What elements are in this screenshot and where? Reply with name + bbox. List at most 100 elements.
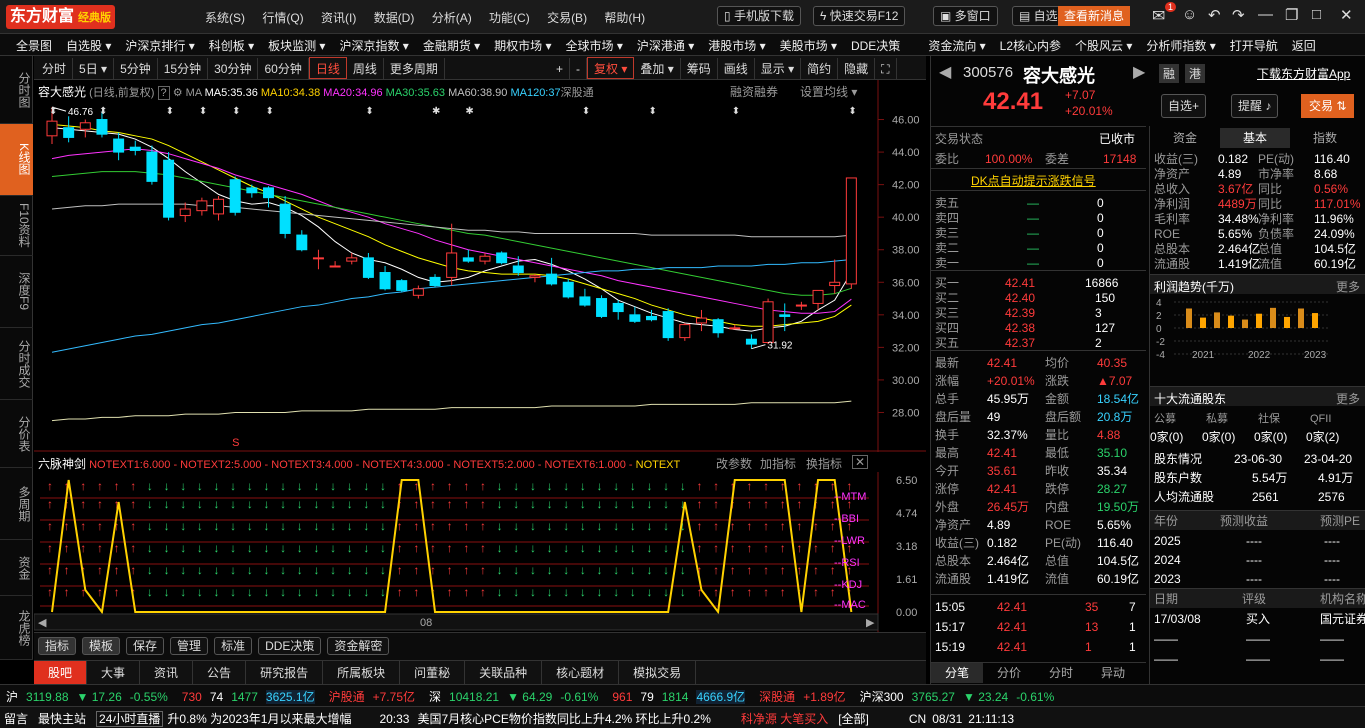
info-tab[interactable]: 模拟交易 [619, 661, 697, 685]
candle[interactable] [679, 324, 691, 339]
profit-more-link[interactable]: 更多 [1336, 278, 1360, 295]
toolbar-tool-button[interactable]: 筹码 [681, 58, 718, 80]
candle[interactable] [213, 198, 225, 215]
menu-data[interactable]: 数据(D) [374, 11, 415, 25]
event-marker[interactable]: ⬍ [732, 106, 740, 117]
candle[interactable] [546, 273, 558, 285]
period-button[interactable]: 日线 [308, 57, 347, 79]
view-news-button[interactable]: 查看新消息 [1058, 6, 1131, 26]
trade-tab[interactable]: 分笔 [931, 663, 983, 683]
gear-icon[interactable]: ⚙ [173, 87, 183, 99]
market-menu-item[interactable]: L2核心内参 [1000, 37, 1061, 54]
info-tab[interactable]: 公告 [193, 661, 247, 685]
candle[interactable] [163, 159, 175, 218]
event-marker[interactable]: ⬍ [582, 106, 590, 117]
holders-more-link[interactable]: 更多 [1336, 390, 1360, 407]
candle[interactable] [512, 265, 524, 274]
candle[interactable] [829, 281, 841, 287]
event-marker[interactable]: ✱ [432, 106, 440, 117]
add-self-button[interactable]: 自选+ [1161, 94, 1207, 118]
market-menu-item[interactable]: 港股市场 ▾ [708, 37, 765, 54]
mail-icon[interactable]: ✉ [1152, 6, 1165, 26]
add-indicator-button[interactable]: 加指标 [760, 455, 796, 472]
candle[interactable] [146, 151, 158, 182]
menu-system[interactable]: 系统(S) [205, 11, 245, 25]
info-tab[interactable]: 所属板块 [323, 661, 401, 685]
trade-tab[interactable]: 异动 [1087, 663, 1139, 683]
candle[interactable] [229, 179, 241, 213]
indicator-tab[interactable]: DDE决策 [258, 637, 322, 655]
news-filter[interactable]: [全部] [838, 712, 869, 726]
candle[interactable] [329, 265, 341, 268]
fund-tab[interactable]: 指数 [1290, 128, 1360, 148]
candle[interactable] [812, 289, 824, 304]
ma-setting-button[interactable]: 设置均线 ▾ [800, 83, 857, 100]
market-menu-item[interactable]: 科创板 ▾ [209, 37, 254, 54]
event-marker[interactable]: ⬍ [848, 106, 856, 117]
minimize-icon[interactable]: — [1258, 6, 1273, 23]
market-menu-item[interactable]: 沪深京指数 ▾ [339, 37, 408, 54]
period-button[interactable]: 5日 ▾ [73, 58, 115, 80]
candle[interactable] [629, 314, 641, 322]
info-tab[interactable]: 核心题材 [542, 661, 620, 685]
trade-tab[interactable]: 分时 [1035, 663, 1087, 683]
scroll-left-icon[interactable]: ◀ [38, 617, 47, 629]
candle[interactable] [396, 280, 408, 291]
event-marker[interactable]: ⬍ [232, 106, 240, 117]
trade-button[interactable]: 交易 ⇅ [1301, 94, 1355, 118]
next-stock-icon[interactable]: ▶ [1133, 62, 1145, 82]
info-tab[interactable]: 大事 [87, 661, 141, 685]
dk-signal-link[interactable]: DK点自动提示涨跌信号 [971, 172, 1096, 189]
status-sgt-val[interactable]: +1.89亿 [803, 690, 845, 704]
fastest-server[interactable]: 最快主站 [38, 712, 86, 726]
period-button[interactable]: 60分钟 [258, 58, 309, 80]
nav-funds[interactable]: 资金 [0, 540, 33, 596]
event-marker[interactable]: ⬍ [49, 106, 57, 117]
switch-indicator-button[interactable]: 换指标 [806, 455, 842, 472]
status-hs-chg[interactable]: ▼ 23.24 [963, 690, 1008, 704]
candle[interactable] [63, 127, 75, 138]
toolbar-tool-button[interactable]: 显示 ▾ [755, 58, 802, 80]
menu-info[interactable]: 资讯(I) [321, 11, 356, 25]
indicator-chart[interactable]: 6.50 4.74 3.18 1.61 0.00 ↑ ↑ ↑ ↑ ↑ ↑ ↑ ↑ ↑ ↑ ↑ ↑ ↑ ↑ ↑ ↑ ↑ ↑ ↑ ↑… [34, 452, 926, 632]
status-sh-amt[interactable]: 3625.1亿 [265, 690, 315, 704]
toolbar-tool-button[interactable]: 画线 [718, 58, 755, 80]
event-marker[interactable]: ⬍ [166, 106, 174, 117]
event-marker[interactable]: ⬍ [99, 106, 107, 117]
status-sz[interactable]: 深 [429, 690, 441, 704]
market-menu-item[interactable]: 沪深京排行 ▾ [125, 37, 194, 54]
event-marker[interactable]: ⬍ [265, 106, 273, 117]
market-menu-item[interactable]: 全景图 [16, 37, 52, 54]
help-icon[interactable]: ? [157, 86, 170, 100]
market-menu-item[interactable]: 沪深港通 ▾ [637, 37, 694, 54]
period-button[interactable]: 5分钟 [114, 58, 158, 80]
period-button[interactable]: 周线 [347, 58, 384, 80]
nav-multi-period[interactable]: 多周期 [0, 468, 33, 540]
candle[interactable] [579, 296, 591, 306]
indicator-tab[interactable]: 保存 [126, 637, 165, 655]
modify-params-button[interactable]: 改参数 [716, 455, 752, 472]
period-button[interactable]: 30分钟 [208, 58, 259, 80]
period-button[interactable]: 分时 [36, 58, 74, 80]
status-sz-chg[interactable]: ▼ 64.29 [507, 690, 552, 704]
download-app-link[interactable]: 下载东方财富App [1257, 65, 1350, 82]
nav-depth[interactable]: 深度F9 [0, 256, 33, 328]
close-icon[interactable]: ✕ [1340, 6, 1353, 24]
market-menu-item[interactable]: DDE决策 [851, 37, 900, 54]
status-sz-up[interactable]: 961 [612, 690, 632, 704]
nav-price-table[interactable]: 分价表 [0, 400, 33, 468]
candle[interactable] [346, 257, 358, 262]
indicator-tab[interactable]: 指标 [38, 637, 77, 655]
mobile-download-button[interactable]: ▯ 手机版下载 [717, 6, 801, 26]
candle[interactable] [462, 257, 474, 262]
indicator-tab[interactable]: 模板 [82, 637, 121, 655]
remind-button[interactable]: 提醒 ♪ [1231, 94, 1279, 118]
prev-stock-icon[interactable]: ◀ [939, 62, 951, 82]
status-hs300[interactable]: 沪深300 [860, 690, 904, 704]
close-indicator-icon[interactable]: ✕ [852, 455, 869, 469]
status-sgt[interactable]: 深股通 [759, 690, 795, 704]
news-headline-2[interactable]: 美国7月核心PCE物价指数同比上升4.2% 环比上升0.2% [417, 712, 710, 726]
toolbar-tool-button[interactable]: 简约 [801, 58, 839, 80]
toolbar-tool-button[interactable]: 叠加 ▾ [634, 58, 681, 80]
candle[interactable] [479, 255, 491, 262]
